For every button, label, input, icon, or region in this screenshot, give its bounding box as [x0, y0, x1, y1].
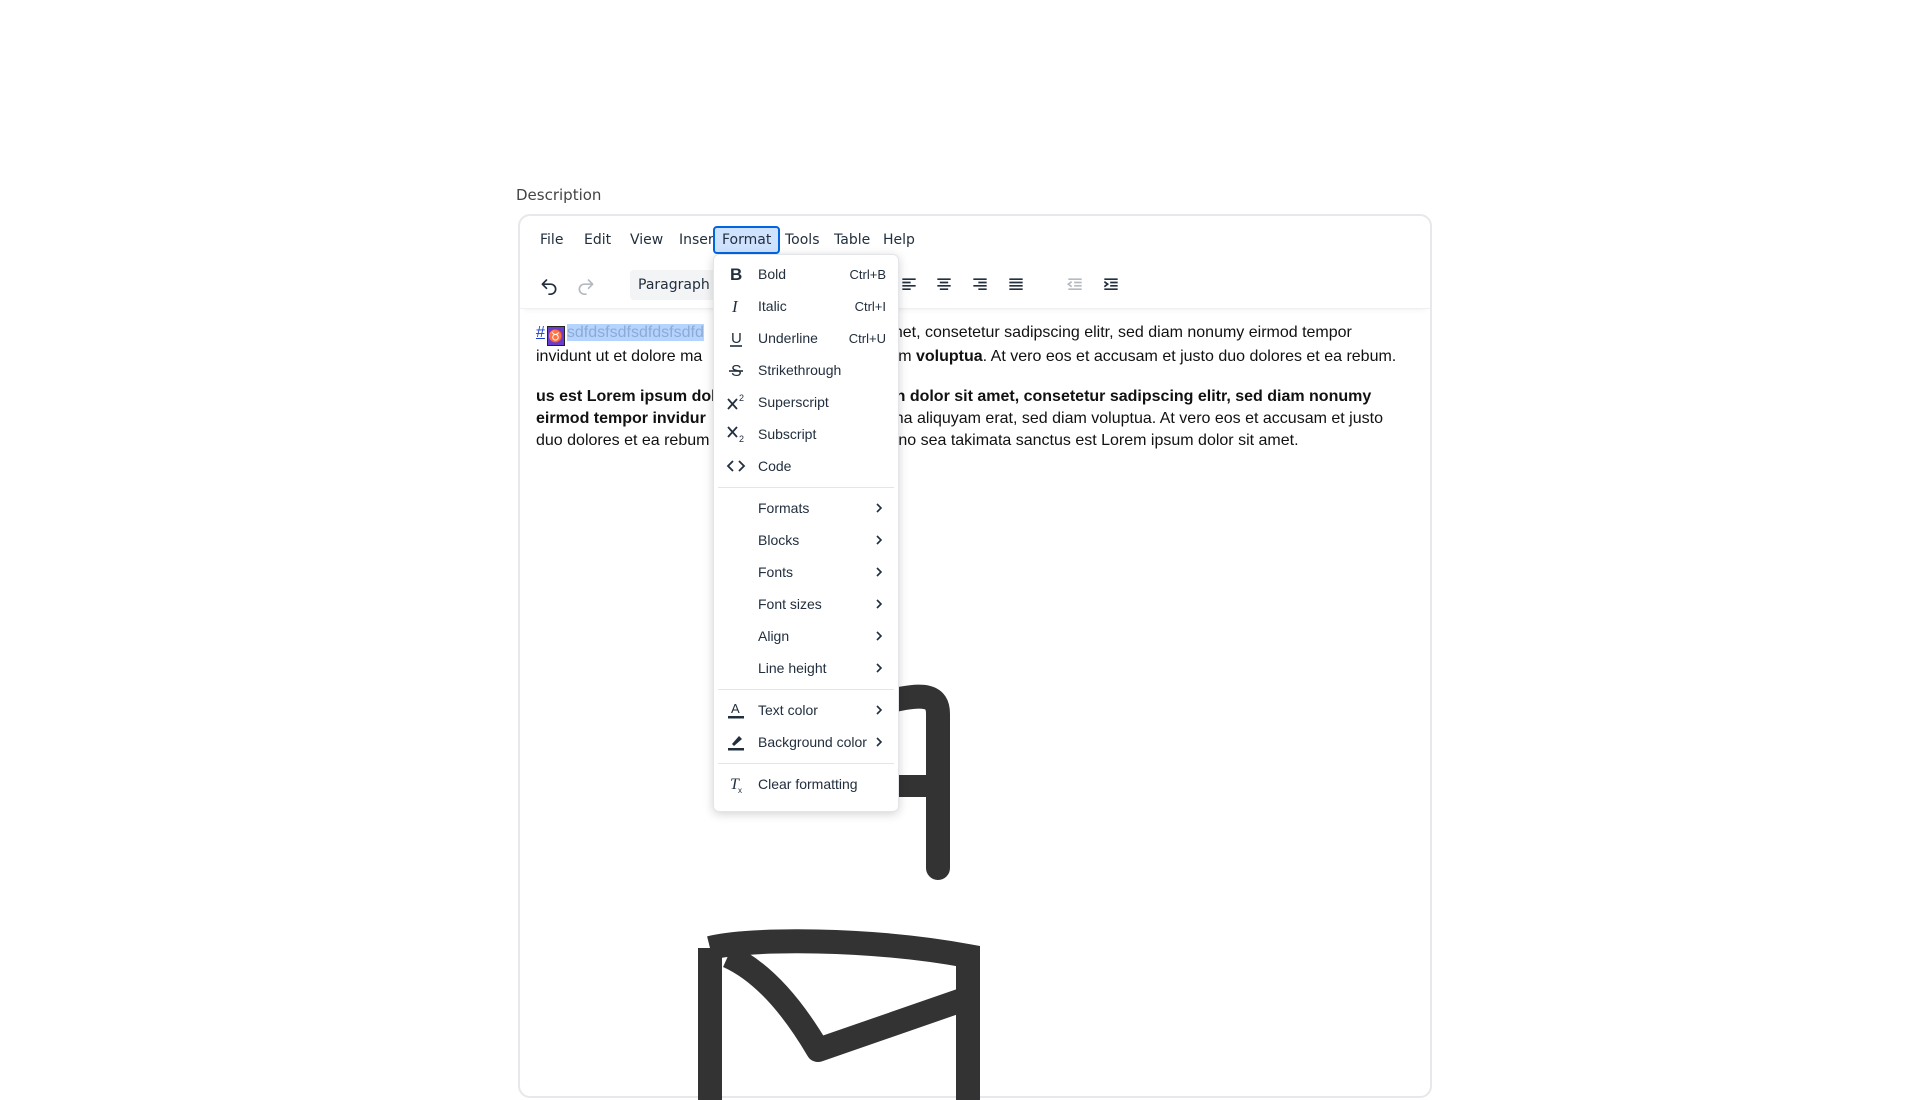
format-menu-code[interactable]: Code	[714, 451, 898, 481]
background-color-icon	[726, 732, 746, 752]
indent-icon	[1103, 278, 1118, 290]
align-right-button[interactable]	[965, 270, 995, 300]
svg-text:B: B	[730, 265, 742, 284]
outdent-icon	[1066, 278, 1082, 290]
format-menu-background-color[interactable]: Background color	[714, 727, 898, 757]
outdent-button[interactable]	[1060, 270, 1090, 300]
chevron-right-icon	[876, 503, 883, 513]
subscript-icon: 2	[726, 424, 746, 444]
menubar: File Edit View Insert Format Tools Table…	[520, 224, 1430, 258]
menu-tools[interactable]: Tools	[777, 227, 828, 253]
format-menu-fonts[interactable]: Fonts	[714, 557, 898, 587]
chevron-right-icon	[876, 599, 883, 609]
menu-table[interactable]: Table	[826, 227, 878, 253]
format-menu-blocks[interactable]: Blocks	[714, 525, 898, 555]
redo-icon	[578, 279, 594, 295]
justify-icon	[1009, 278, 1023, 290]
chevron-right-icon	[876, 631, 883, 641]
text-color-icon: A	[726, 700, 746, 720]
menu-file[interactable]: File	[532, 227, 571, 253]
svg-text:I: I	[731, 297, 739, 316]
menu-separator	[718, 689, 894, 690]
bold-icon: B	[726, 264, 746, 284]
svg-text:2: 2	[739, 434, 744, 444]
format-menu-bold[interactable]: B Bold Ctrl+B	[714, 259, 898, 289]
format-menu-formats[interactable]: Formats	[714, 493, 898, 523]
hashtag: #	[536, 324, 545, 341]
align-left-icon	[902, 278, 916, 290]
format-menu-clear-formatting[interactable]: Tx Clear formatting	[714, 769, 898, 799]
menu-view[interactable]: View	[622, 227, 671, 253]
chevron-right-icon	[876, 705, 883, 715]
format-menu-text-color[interactable]: A Text color	[714, 695, 898, 725]
editor-content[interactable]: # ♉ sdfdsfsdfsdfdsfsdfd net, consetetur sad…	[536, 322, 1414, 470]
strikethrough-icon: S	[726, 360, 746, 380]
svg-text:x: x	[738, 786, 742, 794]
svg-text:2: 2	[739, 393, 744, 403]
underline-icon: U	[726, 328, 746, 348]
paragraph-2: us est Lorem ipsum dol n dolor sit amet, …	[536, 388, 1383, 449]
format-menu-strikethrough[interactable]: S Strikethrough	[714, 355, 898, 385]
chevron-right-icon	[876, 567, 883, 577]
svg-text:U: U	[731, 330, 742, 347]
menu-separator	[718, 763, 894, 764]
menu-help[interactable]: Help	[875, 227, 923, 253]
justify-button[interactable]	[1001, 270, 1031, 300]
paragraph-1: # ♉ sdfdsfsdfsdfdsfsdfd net, consetetur sad…	[536, 324, 1397, 365]
format-menu-superscript[interactable]: 2 Superscript	[714, 387, 898, 417]
redo-button[interactable]	[571, 270, 601, 300]
indent-button[interactable]	[1096, 270, 1126, 300]
clear-formatting-icon: Tx	[726, 774, 746, 794]
align-right-icon	[973, 278, 987, 290]
menu-separator	[718, 487, 894, 488]
chevron-right-icon	[876, 535, 883, 545]
align-center-icon	[937, 278, 951, 290]
code-icon	[726, 456, 746, 476]
menu-edit[interactable]: Edit	[576, 227, 619, 253]
chevron-right-icon	[876, 663, 883, 673]
svg-text:A: A	[731, 701, 740, 716]
field-label: Description	[516, 186, 602, 204]
undo-button[interactable]	[534, 270, 564, 300]
block-format-select[interactable]: Paragraph	[630, 270, 716, 300]
chevron-right-icon	[876, 737, 883, 747]
superscript-icon: 2	[726, 392, 746, 412]
undo-icon	[541, 279, 557, 295]
taurus-emoji: ♉	[546, 326, 565, 346]
format-menu-subscript[interactable]: 2 Subscript	[714, 419, 898, 449]
italic-icon: I	[726, 296, 746, 316]
format-menu-dropdown: B Bold Ctrl+B I Italic Ctrl+I U Underlin…	[713, 254, 899, 812]
toolbar: Paragraph	[520, 262, 1430, 309]
format-menu-underline[interactable]: U Underline Ctrl+U	[714, 323, 898, 353]
format-menu-line-height[interactable]: Line height	[714, 653, 898, 683]
format-menu-font-sizes[interactable]: Font sizes	[714, 589, 898, 619]
format-menu-align[interactable]: Align	[714, 621, 898, 651]
menu-format[interactable]: Format	[713, 226, 781, 254]
selected-text: sdfdsfsdfsdfdsfsdfd	[566, 324, 704, 341]
align-center-button[interactable]	[929, 270, 959, 300]
format-menu-italic[interactable]: I Italic Ctrl+I	[714, 291, 898, 321]
